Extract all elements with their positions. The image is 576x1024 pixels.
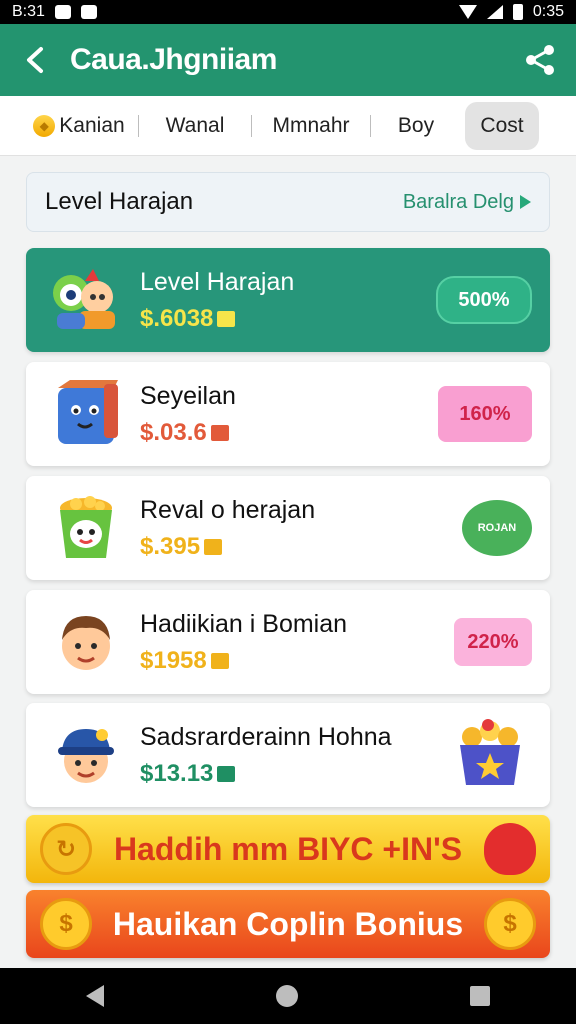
offer-card[interactable]: Sadsrarderainn Hohna $13.13 bbox=[26, 703, 550, 807]
tab-kanian[interactable]: ◆ Kanian bbox=[20, 102, 138, 150]
arrow-right-icon bbox=[520, 195, 531, 209]
section-link-label: Baralra Delg bbox=[402, 190, 514, 213]
promo-banner-text: Haddih mm BIYC +IN'S bbox=[113, 830, 463, 867]
gear-coin-icon: ↻ bbox=[40, 823, 92, 875]
offer-card[interactable]: Reval o herajan $.395 ROJAN bbox=[26, 476, 550, 580]
section-link[interactable]: Baralra Delg bbox=[403, 191, 531, 214]
coin-icon: $ bbox=[484, 898, 536, 950]
coin-bucket-icon bbox=[46, 488, 126, 568]
app-notification-icon bbox=[80, 5, 97, 19]
status-bar: B:31 0:35 bbox=[0, 0, 576, 24]
system-nav-bar bbox=[0, 968, 576, 1024]
section-title: Level Harajan bbox=[45, 188, 194, 215]
offer-price: $1958 bbox=[140, 647, 347, 675]
offer-name: Reval o herajan bbox=[140, 495, 316, 524]
cap-boy-avatar-icon bbox=[46, 715, 126, 795]
back-button[interactable] bbox=[0, 24, 70, 96]
offer-price-value: $1958 bbox=[140, 646, 207, 674]
offer-name: Sadsrarderainn Hohna bbox=[140, 722, 392, 751]
bonus-badge: 220% bbox=[454, 618, 532, 666]
bonus-badge: 500% bbox=[436, 276, 532, 324]
offer-card[interactable]: Level Harajan $.6038 500% bbox=[26, 248, 550, 352]
tab-label: Mmnahr bbox=[272, 113, 350, 137]
offer-price-value: $.03.6 bbox=[140, 418, 207, 446]
gift-icon bbox=[204, 538, 223, 555]
gift-icon bbox=[210, 652, 229, 669]
coin-icon: ◆ bbox=[33, 114, 56, 137]
offer-price-value: $.395 bbox=[140, 532, 201, 560]
offer-card[interactable]: Seyeilan $.03.6 160% bbox=[26, 362, 550, 466]
offer-name: Hadiikian i Bomian bbox=[140, 609, 348, 638]
circle-home-icon[interactable] bbox=[276, 985, 298, 1007]
gift-icon bbox=[217, 310, 236, 327]
offer-card[interactable]: Hadiikian i Bomian $1958 220% bbox=[26, 590, 550, 694]
signal-icon bbox=[486, 5, 503, 19]
square-recent-icon[interactable] bbox=[470, 986, 490, 1006]
tab-label: Wanal bbox=[165, 113, 225, 137]
tab-wanal[interactable]: Wanal bbox=[139, 102, 251, 150]
notification-icon bbox=[54, 5, 71, 19]
battery-icon bbox=[512, 4, 523, 20]
offer-price: $.6038 bbox=[140, 305, 294, 333]
treasure-box-icon bbox=[448, 717, 532, 794]
share-button[interactable] bbox=[504, 24, 576, 96]
wifi-icon bbox=[458, 5, 477, 19]
mascot-avatar-icon bbox=[46, 260, 126, 340]
boy-avatar-icon bbox=[46, 602, 126, 682]
share-icon bbox=[526, 45, 554, 75]
tab-mmnahr[interactable]: Mmnahr bbox=[252, 102, 370, 150]
arrow-left-icon bbox=[27, 47, 43, 73]
offer-name: Level Harajan bbox=[140, 267, 295, 296]
app-bar: Caua.Jhgniiam bbox=[0, 24, 576, 96]
offer-name: Seyeilan bbox=[140, 381, 236, 410]
tab-boy[interactable]: Boy bbox=[371, 102, 461, 150]
section-header: Level Harajan Baralra Delg bbox=[26, 172, 550, 232]
tab-label: Kanian bbox=[59, 113, 125, 137]
offer-price: $13.13 bbox=[140, 760, 392, 788]
offer-price: $.395 bbox=[140, 533, 315, 561]
apple-icon bbox=[484, 823, 536, 875]
page-title: Caua.Jhgniiam bbox=[70, 43, 277, 76]
promo-banner-orange[interactable]: $ Hauikan Coplin Bonius $ bbox=[26, 890, 550, 958]
offer-price-value: $.6038 bbox=[140, 304, 214, 332]
coin-icon: $ bbox=[40, 898, 92, 950]
category-tabs: ◆ Kanian Wanal Mmnahr Boy Cost bbox=[0, 96, 576, 156]
box-character-icon bbox=[46, 374, 126, 454]
bonus-badge: ROJAN bbox=[462, 500, 532, 556]
tab-cost[interactable]: Cost bbox=[465, 101, 539, 150]
promo-banner-text: Hauikan Coplin Bonius bbox=[112, 905, 464, 942]
status-time-left: B:31 bbox=[12, 3, 45, 20]
offer-price-value: $13.13 bbox=[140, 759, 214, 787]
status-time-right: 0:35 bbox=[532, 3, 564, 20]
gift-icon bbox=[217, 765, 236, 782]
promo-banner-yellow[interactable]: ↻ Haddih mm BIYC +IN'S bbox=[26, 815, 550, 883]
bonus-badge: 160% bbox=[438, 386, 532, 442]
triangle-back-icon[interactable] bbox=[86, 985, 104, 1007]
tab-label: Boy bbox=[397, 113, 435, 137]
tab-label: Cost bbox=[480, 113, 524, 137]
offer-price: $.03.6 bbox=[140, 419, 236, 447]
gift-icon bbox=[210, 424, 229, 441]
